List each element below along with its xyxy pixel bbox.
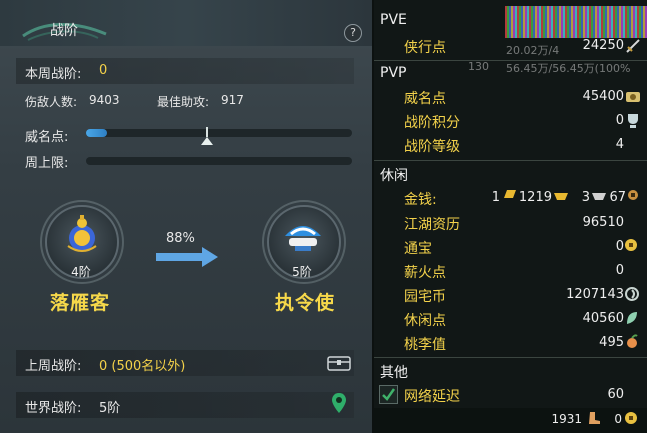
knight-points-label: 侠行点 (404, 40, 446, 56)
world-rank-value: 5阶 (99, 401, 121, 416)
progress-arrow-icon (156, 247, 218, 267)
money-silver-value: 1219 (518, 190, 552, 205)
assist-label: 最佳助攻: (157, 95, 210, 109)
last-week-value: 0 (500名以外) (99, 359, 186, 374)
hud-mp-text: 56.45万/56.45万(100% (506, 62, 631, 75)
latency-checkbox[interactable] (379, 385, 398, 404)
money-gold-value: 1 (491, 190, 500, 205)
location-pin-icon[interactable] (331, 392, 347, 414)
prestige-progress-bar (86, 129, 352, 137)
garden-coin-icon (625, 287, 639, 301)
battle-points-label: 战阶积分 (404, 115, 460, 131)
bottom-value-a: 1931 (551, 412, 582, 426)
firewood-label: 薪火点 (404, 265, 446, 281)
latency-label: 网络延迟 (404, 389, 460, 405)
panel-title: 战阶 (50, 23, 78, 39)
tongbao-coin-icon (625, 239, 637, 251)
kills-label: 伤敌人数: (25, 95, 78, 109)
money-label: 金钱: (404, 192, 437, 208)
panel-header: 战阶 ? (0, 0, 372, 46)
knight-points-value: 24250 (582, 38, 624, 53)
boot-icon (589, 412, 600, 424)
sword-icon (626, 39, 640, 53)
prestige-progress-fill (86, 129, 107, 137)
silver-ingot-icon (592, 193, 606, 200)
checkmark-icon (382, 388, 396, 401)
current-rank-name: 落雁客 (50, 292, 111, 314)
peach-points-label: 桃李值 (404, 337, 446, 353)
hud-level: 130 (468, 60, 489, 73)
current-rank-level: 4阶 (71, 265, 91, 279)
divider (374, 160, 647, 161)
help-button[interactable]: ? (344, 24, 362, 42)
trophy-icon (628, 114, 638, 128)
chest-icon[interactable] (327, 354, 351, 372)
divider (374, 60, 647, 61)
gourd-emblem-icon (67, 215, 97, 252)
weekly-cap-bar (86, 157, 352, 165)
hud-buff-strip (505, 6, 647, 38)
prestige-points-value: 45400 (582, 89, 624, 104)
leisure-header: 休闲 (380, 168, 408, 184)
tongbao-value: 0 (615, 239, 624, 254)
firewood-value: 0 (615, 263, 624, 278)
garden-coin-label: 园宅币 (404, 289, 446, 305)
next-rank-name: 执令使 (275, 292, 336, 314)
copper-coin-icon (628, 190, 638, 200)
leisure-points-label: 休闲点 (404, 313, 446, 329)
garden-coin-value: 1207143 (566, 287, 624, 302)
pve-header: PVE (380, 12, 407, 28)
weekly-cap-marker-icon (201, 127, 213, 145)
other-header: 其他 (380, 365, 408, 381)
bottom-value-b: 0 (614, 412, 622, 426)
latency-value: 60 (607, 387, 624, 402)
jianghu-value: 96510 (582, 215, 624, 230)
hud-hp-text: 20.02万/4 (506, 44, 560, 57)
last-week-label: 上周战阶: (25, 359, 82, 374)
tongbao-label: 通宝 (404, 241, 432, 257)
leisure-points-value: 40560 (582, 311, 624, 326)
battle-level-label: 战阶等级 (404, 139, 460, 155)
pvp-header: PVP (380, 65, 407, 81)
prestige-badge-icon (626, 92, 640, 102)
divider (374, 357, 647, 358)
prestige-points-label: 威名点 (404, 91, 446, 107)
weekly-rank-label: 本周战阶: (25, 67, 82, 82)
gold-ingot-icon (554, 193, 568, 200)
jianghu-label: 江湖资历 (404, 217, 460, 233)
prestige-label: 威名点: (25, 130, 69, 145)
peach-icon (627, 334, 638, 348)
assist-value: 917 (221, 93, 244, 107)
peach-points-value: 495 (599, 335, 624, 350)
leaf-icon (627, 312, 637, 324)
money-coin-value: 67 (609, 190, 626, 205)
battle-points-value: 0 (615, 113, 624, 128)
kills-value: 9403 (89, 93, 120, 107)
rank-progress-percent: 88% (166, 231, 195, 246)
world-rank-label: 世界战阶: (25, 401, 82, 416)
next-rank-level: 5阶 (292, 265, 312, 279)
battle-rank-panel: 战阶 ? 本周战阶: 0 伤敌人数: 9403 最佳助攻: 917 威名点: 周… (0, 0, 372, 433)
battle-level-value: 4 (615, 137, 624, 152)
weekly-rank-value: 0 (99, 63, 108, 78)
scroll-emblem-icon (285, 226, 321, 251)
coin-icon (625, 412, 637, 424)
money-copper-value: 3 (581, 190, 590, 205)
weekly-cap-label: 周上限: (25, 156, 69, 171)
